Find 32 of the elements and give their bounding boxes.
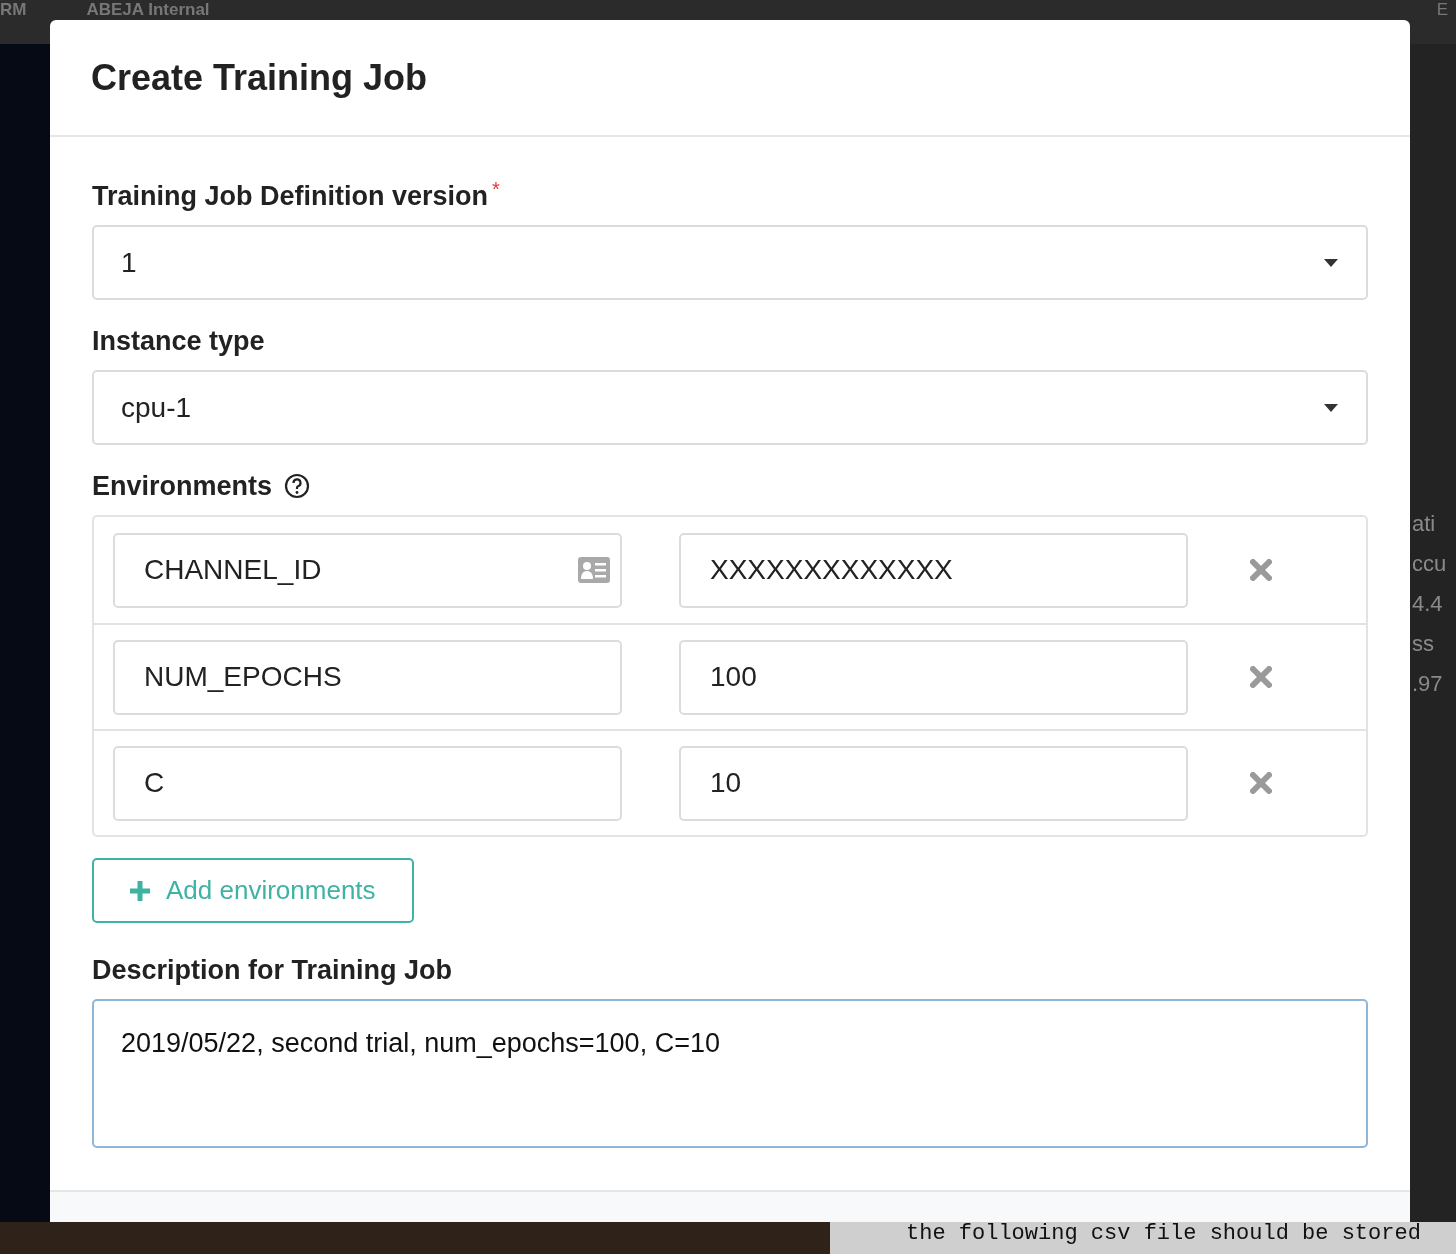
contact-card-icon[interactable] xyxy=(578,557,610,583)
key-input[interactable]: C xyxy=(113,745,622,821)
background-text: the following csv file should be stored xyxy=(906,1222,1421,1246)
value-input[interactable]: XXXXXXXXXXXXX xyxy=(679,532,1188,608)
plus-icon xyxy=(128,878,152,903)
field-label: Description for Training Job xyxy=(92,954,453,987)
key-input[interactable]: NUM_EPOCHS xyxy=(113,639,622,715)
key-input[interactable]: CHANNEL_ID xyxy=(113,532,622,608)
required-mark: * xyxy=(492,179,500,199)
background-text: ss xyxy=(1412,630,1435,658)
remove-icon[interactable] xyxy=(1250,666,1272,688)
select-field[interactable]: cpu-1 xyxy=(92,370,1368,445)
brand-text: RM xyxy=(0,1,27,19)
value-input[interactable]: 100 xyxy=(679,639,1188,715)
dropdown-caret-icon xyxy=(1324,403,1338,412)
dialog-title: Create Training Job xyxy=(91,55,428,100)
field-label: Training Job Definition version xyxy=(92,180,489,213)
dropdown-caret-icon xyxy=(1324,258,1338,267)
select-field[interactable]: 1 xyxy=(92,225,1368,300)
background-text: ccu xyxy=(1412,550,1448,578)
remove-icon[interactable] xyxy=(1250,772,1272,794)
field-label: Instance type xyxy=(92,325,265,358)
user-text: E xyxy=(1436,0,1448,19)
field-label: Environments xyxy=(92,470,273,503)
value-input[interactable]: 10 xyxy=(679,745,1188,821)
background-text: .97 xyxy=(1412,670,1444,698)
description-textarea[interactable]: 2019/05/22, second trial, num_epochs=100, C=10 xyxy=(92,999,1368,1148)
help-icon[interactable] xyxy=(284,473,311,499)
background-text: 4.4 xyxy=(1412,590,1444,618)
remove-icon[interactable] xyxy=(1250,559,1272,581)
org-name: ABEJA Internal xyxy=(86,1,210,19)
background-text: ati xyxy=(1412,510,1437,538)
